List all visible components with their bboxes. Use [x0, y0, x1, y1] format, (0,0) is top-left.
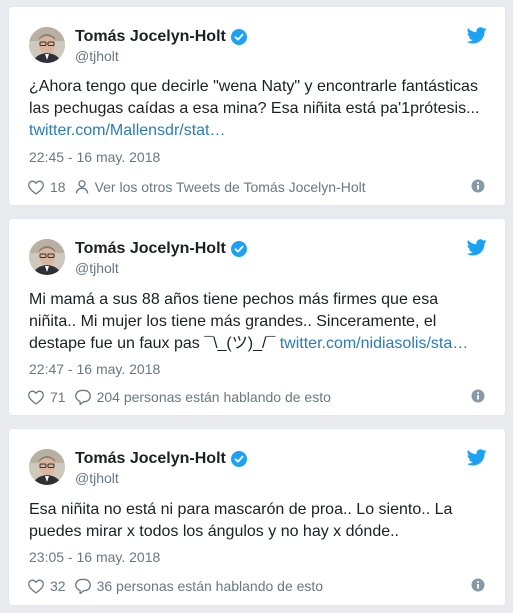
- tweet-card: Tomás Jocelyn-Holt @tjholt Mi mamá a sus…: [8, 218, 506, 416]
- like-button[interactable]: 71: [27, 389, 66, 405]
- tweet-card: Tomás Jocelyn-Holt @tjholt Esa niñita no…: [8, 428, 506, 606]
- secondary-action-label: 204 personas están hablando de esto: [96, 389, 331, 405]
- conversation-link[interactable]: 204 personas están hablando de esto: [74, 389, 331, 405]
- avatar[interactable]: [29, 449, 65, 485]
- info-icon[interactable]: [471, 179, 485, 193]
- tweet-actions: 32 36 personas están hablando de esto: [27, 576, 487, 596]
- tweet-feed: Tomás Jocelyn-Holt @tjholt ¿Ahora tengo …: [0, 0, 513, 613]
- profile-tweets-link[interactable]: Ver los otros Tweets de Tomás Jocelyn-Ho…: [74, 179, 366, 195]
- avatar[interactable]: [29, 239, 65, 275]
- heart-icon: [28, 579, 44, 594]
- author-handle[interactable]: @tjholt: [75, 48, 465, 65]
- twitter-bird-icon[interactable]: [466, 27, 487, 44]
- verified-badge-icon: [230, 450, 247, 467]
- tweet-text: ¿Ahora tengo que decirle "wena Naty" y e…: [29, 76, 487, 142]
- like-button[interactable]: 32: [27, 578, 66, 594]
- tweet-body: ¿Ahora tengo que decirle "wena Naty" y e…: [29, 78, 480, 117]
- like-button[interactable]: 18: [27, 179, 66, 195]
- tweet-actions: 18 Ver los otros Tweets de Tomás Jocelyn…: [27, 177, 487, 197]
- twitter-bird-icon[interactable]: [466, 449, 487, 466]
- secondary-action-label: Ver los otros Tweets de Tomás Jocelyn-Ho…: [94, 179, 366, 195]
- author-handle[interactable]: @tjholt: [75, 260, 465, 277]
- secondary-action-label: 36 personas están hablando de esto: [96, 578, 324, 594]
- like-count: 32: [50, 578, 66, 594]
- reply-icon: [74, 389, 91, 405]
- heart-icon: [28, 390, 44, 405]
- tweet-timestamp[interactable]: 22:47 - 16 may. 2018: [29, 361, 160, 377]
- heart-icon: [28, 180, 44, 195]
- author-handle[interactable]: @tjholt: [75, 470, 465, 487]
- like-count: 71: [50, 389, 66, 405]
- info-icon[interactable]: [471, 578, 485, 592]
- tweet-text: Esa niñita no está ni para mascarón de p…: [29, 499, 487, 543]
- tweet-author[interactable]: Tomás Jocelyn-Holt @tjholt: [75, 449, 465, 487]
- like-count: 18: [50, 179, 66, 195]
- author-name[interactable]: Tomás Jocelyn-Holt: [75, 450, 226, 468]
- avatar[interactable]: [29, 27, 65, 63]
- tweet-body: Esa niñita no está ni para mascarón de p…: [29, 501, 453, 540]
- tweet-timestamp[interactable]: 22:45 - 16 may. 2018: [29, 149, 160, 165]
- verified-badge-icon: [230, 28, 247, 45]
- tweet-actions: 71 204 personas están hablando de esto: [27, 387, 487, 407]
- conversation-link[interactable]: 36 personas están hablando de esto: [74, 578, 324, 594]
- tweet-link[interactable]: twitter.com/Mallensdr/stat…: [29, 122, 226, 139]
- reply-icon: [74, 578, 91, 594]
- tweet-text: Mi mamá a sus 88 años tiene pechos más f…: [29, 289, 487, 355]
- author-name[interactable]: Tomás Jocelyn-Holt: [75, 28, 226, 46]
- tweet-author[interactable]: Tomás Jocelyn-Holt @tjholt: [75, 239, 465, 277]
- tweet-link[interactable]: twitter.com/nidiasolis/sta…: [280, 335, 469, 352]
- tweet-author[interactable]: Tomás Jocelyn-Holt @tjholt: [75, 27, 465, 65]
- verified-badge-icon: [230, 240, 247, 257]
- info-icon[interactable]: [471, 389, 485, 403]
- twitter-bird-icon[interactable]: [466, 239, 487, 256]
- tweet-card: Tomás Jocelyn-Holt @tjholt ¿Ahora tengo …: [8, 6, 506, 206]
- tweet-timestamp[interactable]: 23:05 - 16 may. 2018: [29, 549, 160, 565]
- author-name[interactable]: Tomás Jocelyn-Holt: [75, 240, 226, 258]
- person-icon: [75, 180, 88, 194]
